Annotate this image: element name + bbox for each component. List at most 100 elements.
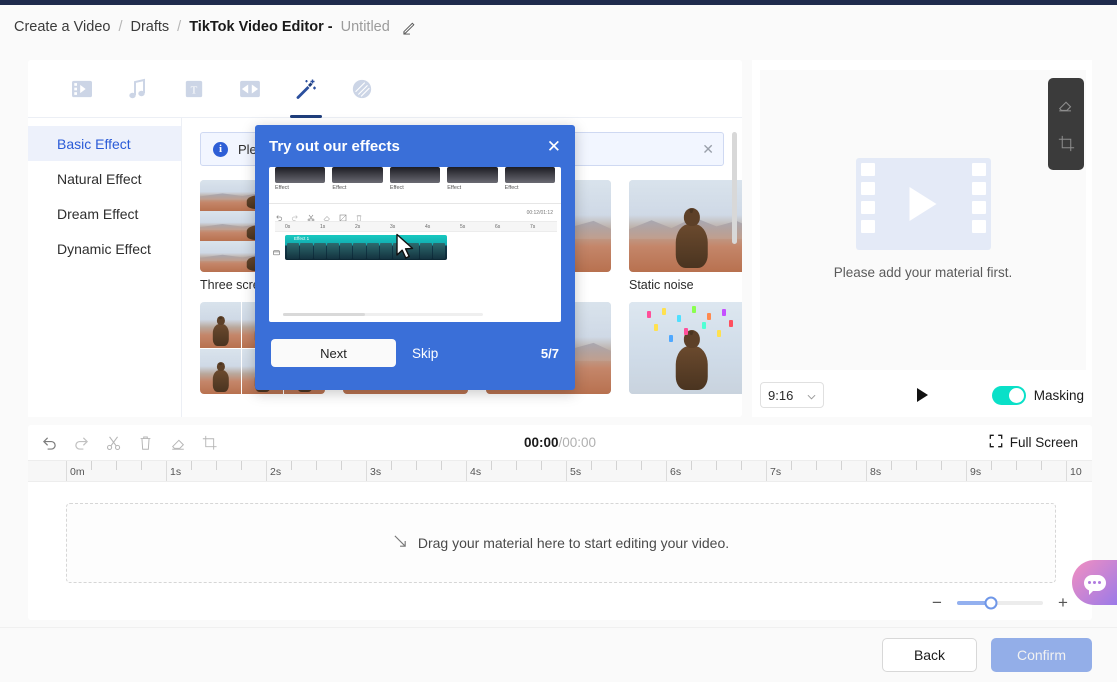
aspect-ratio-value: 9:16 xyxy=(768,387,794,403)
category-label: Dynamic Effect xyxy=(57,240,151,257)
illustration-ruler-label: 2s xyxy=(355,224,361,230)
illustration-effect-row: Effect Effect Effect Effect Effect xyxy=(269,167,561,201)
bottom-action-bar: Back Confirm xyxy=(0,627,1117,682)
category-dream-effect[interactable]: Dream Effect xyxy=(28,196,181,231)
fullscreen-label: Full Screen xyxy=(1009,435,1078,450)
preview-side-toolbar xyxy=(1048,78,1084,170)
breadcrumb-current-title: TikTok Video Editor - xyxy=(189,19,333,35)
close-icon[interactable]: ✕ xyxy=(547,138,561,155)
category-label: Natural Effect xyxy=(57,170,142,187)
illustration-effect-caption: Effect xyxy=(447,185,462,191)
tab-audio[interactable] xyxy=(110,60,166,118)
tab-video[interactable] xyxy=(54,60,110,118)
chevron-down-icon xyxy=(807,388,816,403)
illustration-ruler-label: 5s xyxy=(460,224,466,230)
zoom-slider-handle[interactable] xyxy=(984,596,998,610)
category-label: Basic Effect xyxy=(57,135,131,152)
illustration-ruler-label: 1s xyxy=(320,224,326,230)
breadcrumb: Create a Video / Drafts / TikTok Video E… xyxy=(0,5,1117,49)
illustration-ruler-label: 7s xyxy=(530,224,536,230)
ruler-label: 2s xyxy=(270,466,282,478)
tutorial-step-counter: 5/7 xyxy=(540,345,559,361)
eraser-icon[interactable] xyxy=(166,431,189,454)
play-icon[interactable] xyxy=(911,384,933,406)
timeline-toolbar: 00:00/00:00 Full Screen xyxy=(28,425,1092,460)
back-button[interactable]: Back xyxy=(882,638,977,672)
close-icon[interactable]: ✕ xyxy=(702,142,714,156)
pencil-icon[interactable] xyxy=(402,19,418,35)
chat-bubble-icon[interactable] xyxy=(1072,560,1117,605)
aspect-ratio-select[interactable]: 9:16 xyxy=(760,382,824,408)
effect-thumbnail xyxy=(629,302,742,394)
confetti-overlay xyxy=(629,302,742,394)
illustration-ruler: 0s 1s 2s 3s 4s 5s 6s 7s xyxy=(275,221,557,232)
illustration-ruler-label: 6s xyxy=(495,224,501,230)
film-play-icon xyxy=(855,157,991,250)
confirm-button[interactable]: Confirm xyxy=(991,638,1092,672)
tab-transition[interactable] xyxy=(222,60,278,118)
breadcrumb-drafts[interactable]: Drafts xyxy=(131,19,170,35)
redo-icon xyxy=(291,209,299,221)
illustration-scrollbar-thumb xyxy=(283,313,365,316)
category-basic-effect[interactable]: Basic Effect xyxy=(28,126,181,161)
editor-tabbar: T xyxy=(28,60,742,118)
breadcrumb-create-a-video[interactable]: Create a Video xyxy=(14,19,110,35)
category-label: Dream Effect xyxy=(57,205,139,222)
effect-card[interactable] xyxy=(629,302,742,400)
tutorial-modal: Try out our effects ✕ Effect Effect Effe… xyxy=(255,125,575,390)
tab-effect[interactable] xyxy=(278,60,334,118)
redo-icon[interactable] xyxy=(70,431,93,454)
category-dynamic-effect[interactable]: Dynamic Effect xyxy=(28,231,181,266)
ruler-label: 7s xyxy=(770,466,782,478)
breadcrumb-separator-2: / xyxy=(177,19,182,35)
plus-icon[interactable]: + xyxy=(1054,593,1072,612)
cursor-arrow-icon xyxy=(395,233,417,266)
illustration-clip-label: Effect 1 xyxy=(294,236,310,241)
minus-icon[interactable]: − xyxy=(928,593,946,612)
illustration-duration: 00:12/01:12 xyxy=(526,210,553,216)
masking-label: Masking xyxy=(1033,387,1084,403)
arrow-down-right-icon xyxy=(393,534,408,552)
breadcrumb-separator-1: / xyxy=(118,19,123,35)
tutorial-next-button[interactable]: Next xyxy=(271,339,396,367)
tutorial-modal-title: Try out our effects xyxy=(269,137,400,155)
timeline-ruler[interactable]: 0m 1s 2s 3s 4s 5s 6s 7s 8s 9s 10 xyxy=(28,460,1092,482)
effect-category-list: Basic Effect Natural Effect Dream Effect… xyxy=(28,118,182,417)
illustration-ruler-label: 4s xyxy=(425,224,431,230)
eraser-icon[interactable] xyxy=(1055,94,1077,116)
tab-text[interactable]: T xyxy=(166,60,222,118)
timecode-display: 00:00/00:00 xyxy=(524,435,596,450)
ruler-label: 1s xyxy=(170,466,182,478)
undo-icon xyxy=(275,209,283,221)
chat-bubble-glyph xyxy=(1083,574,1106,595)
ruler-label: 0m xyxy=(70,466,85,478)
effects-scrollbar[interactable] xyxy=(732,132,737,244)
effect-card[interactable]: Static noise xyxy=(629,180,742,292)
timeline-dropzone[interactable]: Drag your material here to start editing… xyxy=(66,503,1056,583)
fullscreen-button[interactable]: Full Screen xyxy=(989,434,1078,451)
preview-stage: Please add your material first. xyxy=(760,70,1086,370)
masking-toggle[interactable] xyxy=(991,385,1026,405)
breadcrumb-untitled: Untitled xyxy=(340,19,390,35)
illustration-effect-clip: Effect 1 xyxy=(285,235,447,260)
dropzone-text: Drag your material here to start editing… xyxy=(417,535,730,551)
timeline-zoom-controls: − + xyxy=(928,593,1072,612)
scissors-icon xyxy=(307,209,315,222)
zoom-slider[interactable] xyxy=(957,596,1043,610)
trash-icon[interactable] xyxy=(134,431,157,454)
illustration-effect-caption: Effect xyxy=(504,185,519,191)
illustration-effect-caption: Effect xyxy=(275,185,289,191)
scissors-icon[interactable] xyxy=(102,431,125,454)
crop-icon[interactable] xyxy=(1055,132,1077,154)
tutorial-skip-link[interactable]: Skip xyxy=(412,346,438,361)
crop-icon[interactable] xyxy=(198,431,221,454)
preview-empty-message: Please add your material first. xyxy=(833,264,1013,280)
illustration-effect-caption: Effect xyxy=(389,185,404,191)
ruler-label: 8s xyxy=(870,466,882,478)
undo-icon[interactable] xyxy=(38,431,61,454)
category-natural-effect[interactable]: Natural Effect xyxy=(28,161,181,196)
ruler-label: 5s xyxy=(570,466,582,478)
illustration-toolbar xyxy=(275,209,363,222)
timecode-total: 00:00 xyxy=(562,435,597,450)
tab-filter[interactable] xyxy=(334,60,390,118)
